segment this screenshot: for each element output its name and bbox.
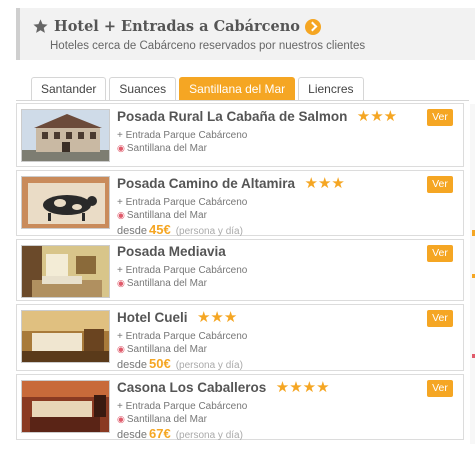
- price-prefix: desde: [117, 359, 147, 371]
- map-pin-icon: ◉: [117, 211, 125, 221]
- ver-button[interactable]: Ver: [427, 176, 453, 193]
- tab-divider: [16, 100, 469, 101]
- star-icon: [33, 19, 48, 33]
- star-rating: ★★★: [196, 308, 238, 326]
- price-note: (persona y día): [175, 430, 243, 441]
- hotel-card[interactable]: Casona Los Caballeros ★★★★ + Entrada Par…: [16, 374, 464, 441]
- location-tabs: Santander Suances Santillana del Mar Lie…: [31, 77, 367, 100]
- tab-santillana-del-mar[interactable]: Santillana del Mar: [179, 77, 296, 100]
- price-row: desde 45€ (persona y día): [117, 222, 346, 237]
- hotel-entrada: + Entrada Parque Cabárceno: [117, 331, 248, 342]
- price-note: (persona y día): [175, 360, 243, 371]
- price-prefix: desde: [117, 429, 147, 441]
- ver-button[interactable]: Ver: [427, 380, 453, 397]
- hotel-thumbnail[interactable]: [21, 176, 110, 229]
- map-pin-icon: ◉: [117, 144, 125, 154]
- hotel-card[interactable]: Posada Rural La Cabaña de Salmon ★★★ + E…: [16, 103, 464, 167]
- hotel-entrada: + Entrada Parque Cabárceno: [117, 130, 248, 141]
- hotel-card[interactable]: Posada Mediavia + Entrada Parque Cabárce…: [16, 239, 464, 301]
- ver-button[interactable]: Ver: [427, 310, 453, 327]
- hotel-card[interactable]: Posada Camino de Altamira ★★★ + Entrada …: [16, 170, 464, 237]
- hotel-entrada: + Entrada Parque Cabárceno: [117, 401, 248, 412]
- star-rating: ★★★: [356, 107, 398, 125]
- ver-button[interactable]: Ver: [427, 245, 453, 262]
- hotel-name[interactable]: Posada Rural La Cabaña de Salmon: [117, 109, 347, 124]
- hotel-card[interactable]: Hotel Cueli ★★★ + Entrada Parque Cabárce…: [16, 304, 464, 371]
- tab-santander[interactable]: Santander: [31, 77, 107, 100]
- hotel-name[interactable]: Casona Los Caballeros: [117, 380, 266, 395]
- arrow-right-circle-icon[interactable]: [304, 18, 321, 35]
- hotel-list: Posada Rural La Cabaña de Salmon ★★★ + E…: [16, 103, 464, 443]
- hotel-thumbnail[interactable]: [21, 109, 110, 162]
- hotel-location: ◉ Santillana del Mar: [117, 210, 207, 221]
- section-title[interactable]: Hotel + Entradas a Cabárceno: [54, 18, 300, 35]
- adjacent-content-edge: [470, 104, 475, 444]
- price-value: 67€: [148, 426, 171, 441]
- tab-suances[interactable]: Suances: [109, 77, 177, 100]
- map-pin-icon: ◉: [117, 415, 125, 425]
- price-row: desde 67€ (persona y día): [117, 426, 331, 441]
- hotel-location: ◉ Santillana del Mar: [117, 143, 207, 154]
- map-pin-icon: ◉: [117, 345, 125, 355]
- price-value: 50€: [148, 356, 171, 371]
- hotel-name[interactable]: Posada Mediavia: [117, 244, 226, 259]
- map-pin-icon: ◉: [117, 279, 125, 289]
- tab-liencres[interactable]: Liencres: [298, 77, 364, 100]
- hotel-thumbnail[interactable]: [21, 380, 110, 433]
- price-prefix: desde: [117, 225, 147, 237]
- hotel-thumbnail[interactable]: [21, 310, 110, 363]
- hotel-location: ◉ Santillana del Mar: [117, 278, 207, 289]
- hotel-name[interactable]: Posada Camino de Altamira: [117, 176, 295, 191]
- hotel-location: ◉ Santillana del Mar: [117, 414, 207, 425]
- ver-button[interactable]: Ver: [427, 109, 453, 126]
- price-row: desde 50€ (persona y día): [117, 356, 247, 371]
- price-value: 45€: [148, 222, 171, 237]
- section-subtitle: Hoteles cerca de Cabárceno reservados po…: [50, 40, 366, 52]
- hotel-name[interactable]: Hotel Cueli: [117, 310, 188, 325]
- hotel-thumbnail[interactable]: [21, 245, 110, 298]
- section-header: Hotel + Entradas a Cabárceno Hoteles cer…: [16, 8, 475, 60]
- hotel-entrada: + Entrada Parque Cabárceno: [117, 197, 248, 208]
- price-note: (persona y día): [175, 226, 243, 237]
- hotel-location: ◉ Santillana del Mar: [117, 344, 207, 355]
- star-rating: ★★★★: [275, 378, 330, 396]
- hotel-entrada: + Entrada Parque Cabárceno: [117, 265, 248, 276]
- star-rating: ★★★: [304, 174, 345, 192]
